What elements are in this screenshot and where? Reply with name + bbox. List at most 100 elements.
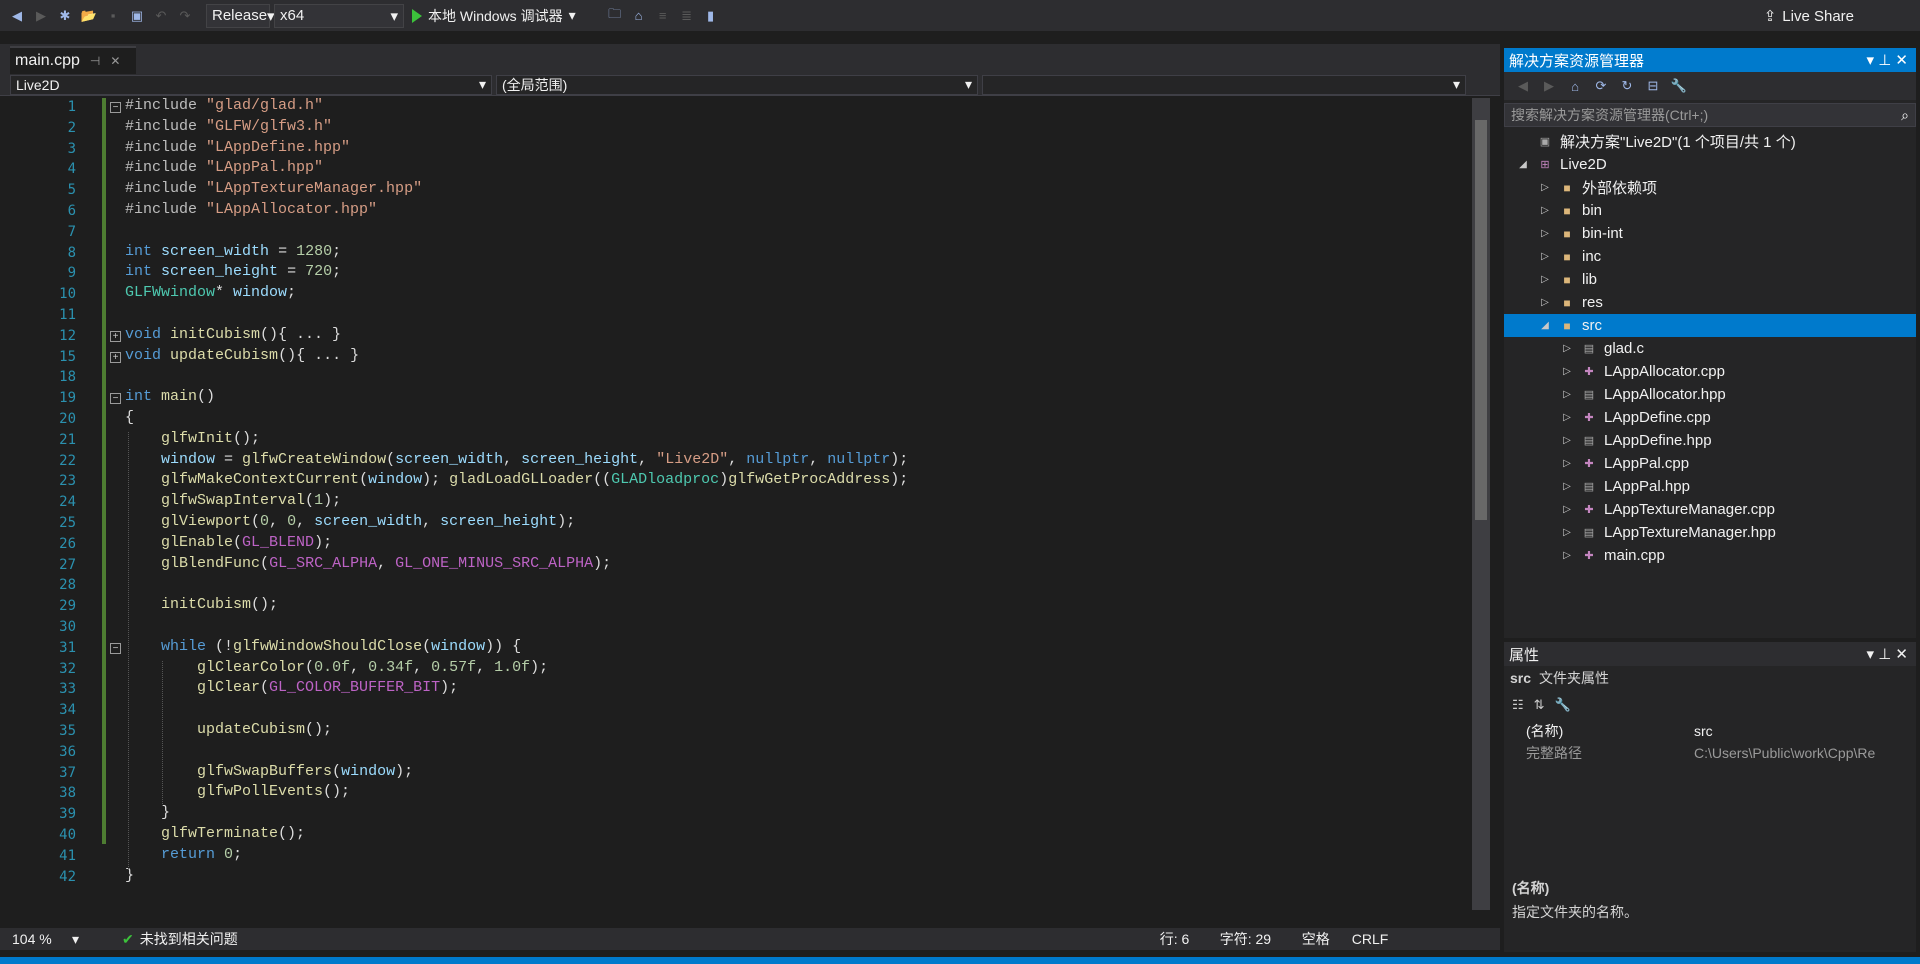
tree-file[interactable]: ▷ ✚ LAppAllocator.cpp — [1504, 360, 1916, 383]
code-line[interactable]: { — [125, 409, 134, 426]
alphabetical-icon[interactable]: ⇅ — [1534, 697, 1545, 713]
tree-folder-src[interactable]: ◢ ■ src — [1504, 314, 1916, 337]
comment-icon[interactable]: ≡ — [652, 5, 674, 27]
start-debug-button[interactable]: 本地 Windows 调试器 ▾ — [406, 6, 582, 26]
tree-folder[interactable]: ▷ ■ lib — [1504, 268, 1916, 291]
tree-file[interactable]: ▷ ▤ LAppAllocator.hpp — [1504, 383, 1916, 406]
vertical-scrollbar[interactable] — [1472, 98, 1490, 910]
uncomment-icon[interactable]: ≣ — [676, 5, 698, 27]
code-area[interactable]: 1 2 3 4 5 6 7 8 9 10 11 12 15 18 19 20 21 22 23 24 25 26 27 28 2… — [0, 97, 1500, 910]
solution-search-input[interactable]: 搜索解决方案资源管理器(Ctrl+;) ⌕ — [1504, 103, 1916, 127]
code-line[interactable]: window = glfwCreateWindow(screen_width, … — [125, 451, 908, 468]
code-line[interactable]: #include "LAppTextureManager.hpp" — [125, 180, 422, 197]
collapse-icon[interactable]: − — [110, 102, 121, 113]
code-line[interactable]: int screen_height = 720; — [125, 263, 341, 280]
code-line[interactable]: while (!glfwWindowShouldClose(window)) { — [125, 638, 521, 655]
expand-icon[interactable]: + — [110, 330, 121, 342]
folder-search-icon[interactable]: 🗀 — [604, 5, 626, 27]
tree-file[interactable]: ▷ ✚ LAppTextureManager.cpp — [1504, 498, 1916, 521]
code-line[interactable]: #include "glad/glad.h" — [125, 97, 323, 114]
save-all-icon[interactable]: ▣ — [126, 5, 148, 27]
tree-file[interactable]: ▷ ▤ glad.c — [1504, 337, 1916, 360]
code-line[interactable]: glEnable(GL_BLEND); — [125, 534, 332, 551]
properties-object-header[interactable]: src 文件夹属性 — [1504, 666, 1916, 690]
collapsed-arrow-icon[interactable]: ▷ — [1560, 389, 1574, 400]
code-line[interactable]: #include "LAppPal.hpp" — [125, 159, 323, 176]
code-line[interactable]: GLFWwindow* window; — [125, 284, 296, 301]
window-icon[interactable]: ⌂ — [628, 5, 650, 27]
tree-file[interactable]: ▷ ▤ LAppPal.hpp — [1504, 475, 1916, 498]
refresh-icon[interactable]: ↻ — [1616, 75, 1638, 97]
sync-icon[interactable]: ⟳ — [1590, 75, 1612, 97]
tree-folder[interactable]: ▷ ■ res — [1504, 291, 1916, 314]
tree-folder[interactable]: ▷ ■ bin-int — [1504, 222, 1916, 245]
collapsed-arrow-icon[interactable]: ▷ — [1560, 481, 1574, 492]
code-line[interactable]: #include "LAppAllocator.hpp" — [125, 201, 377, 218]
code-line[interactable]: #include "LAppDefine.hpp" — [125, 139, 350, 156]
wrench-icon[interactable]: 🔧 — [1555, 697, 1571, 713]
code-line[interactable]: glViewport(0, 0, screen_width, screen_he… — [125, 513, 575, 530]
issues-status[interactable]: 未找到相关问题 — [140, 929, 1160, 949]
code-line[interactable]: } — [125, 867, 134, 884]
collapsed-arrow-icon[interactable]: ▷ — [1538, 205, 1552, 216]
code-line[interactable]: return 0; — [125, 846, 242, 863]
collapsed-arrow-icon[interactable]: ▷ — [1538, 251, 1552, 262]
code-line[interactable]: } — [125, 804, 170, 821]
tree-file[interactable]: ▷ ▤ LAppDefine.hpp — [1504, 429, 1916, 452]
live-share-button[interactable]: ⇪ Live Share — [1764, 7, 1854, 26]
collapsed-arrow-icon[interactable]: ▷ — [1538, 274, 1552, 285]
code-line[interactable]: initCubism(); — [125, 596, 278, 613]
back-icon[interactable]: ◀ — [6, 5, 28, 27]
tree-file[interactable]: ▷ ✚ LAppDefine.cpp — [1504, 406, 1916, 429]
collapsed-arrow-icon[interactable]: ▷ — [1538, 297, 1552, 308]
bookmark-icon[interactable]: ▮ — [700, 5, 722, 27]
collapsed-arrow-icon[interactable]: ▷ — [1560, 527, 1574, 538]
tree-file[interactable]: ▷ ✚ main.cpp — [1504, 544, 1916, 567]
code-line[interactable]: int screen_width = 1280; — [125, 243, 341, 260]
collapsed-arrow-icon[interactable]: ▷ — [1560, 366, 1574, 377]
collapse-all-icon[interactable]: ⊟ — [1642, 75, 1664, 97]
code-line[interactable]: void initCubism(){ ... } — [125, 326, 341, 343]
collapse-icon[interactable]: − — [110, 642, 121, 654]
zoom-level[interactable]: 104 % — [12, 931, 72, 947]
panel-controls-icon[interactable]: ▾ ⊥ ✕ — [1867, 51, 1909, 69]
save-icon[interactable]: ▪ — [102, 5, 124, 27]
code-line[interactable]: glClear(GL_COLOR_BUFFER_BIT); — [125, 679, 458, 696]
tree-file[interactable]: ▷ ▤ LAppTextureManager.hpp — [1504, 521, 1916, 544]
collapsed-arrow-icon[interactable]: ▷ — [1560, 343, 1574, 354]
collapsed-arrow-icon[interactable]: ▷ — [1560, 504, 1574, 515]
back-icon[interactable]: ◀ — [1512, 75, 1534, 97]
code-line[interactable]: glfwTerminate(); — [125, 825, 305, 842]
code-line[interactable]: #include "GLFW/glfw3.h" — [125, 118, 332, 135]
tree-folder[interactable]: ▷ ■ inc — [1504, 245, 1916, 268]
scrollbar-thumb[interactable] — [1475, 120, 1487, 520]
forward-icon[interactable]: ▶ — [30, 5, 52, 27]
pin-icon[interactable]: ⊣ — [90, 54, 100, 68]
tree-file[interactable]: ▷ ✚ LAppPal.cpp — [1504, 452, 1916, 475]
redo-icon[interactable]: ↷ — [174, 5, 196, 27]
tab-main-cpp[interactable]: main.cpp ⊣ ✕ — [10, 46, 136, 74]
code-line[interactable]: glClearColor(0.0f, 0.34f, 0.57f, 1.0f); — [125, 659, 548, 676]
code-line[interactable]: int main() — [125, 388, 215, 405]
collapsed-arrow-icon[interactable]: ▷ — [1560, 412, 1574, 423]
home-icon[interactable]: ⌂ — [1564, 75, 1586, 97]
collapsed-arrow-icon[interactable]: ▷ — [1538, 182, 1552, 193]
property-row[interactable]: 完整路径 C:\Users\Public\work\Cpp\Re — [1504, 742, 1916, 764]
code-line[interactable]: glBlendFunc(GL_SRC_ALPHA, GL_ONE_MINUS_S… — [125, 555, 611, 572]
code-line[interactable]: glfwPollEvents(); — [125, 783, 350, 800]
code-line[interactable]: glfwInit(); — [125, 430, 260, 447]
tree-solution-root[interactable]: ▣ 解决方案"Live2D"(1 个项目/共 1 个) — [1504, 130, 1916, 153]
collapsed-arrow-icon[interactable]: ▷ — [1560, 550, 1574, 561]
forward-icon[interactable]: ▶ — [1538, 75, 1560, 97]
close-icon[interactable]: ✕ — [110, 54, 120, 68]
collapsed-arrow-icon[interactable]: ▷ — [1560, 435, 1574, 446]
member-dropdown[interactable]: ▾ — [982, 74, 1466, 95]
undo-icon[interactable]: ↶ — [150, 5, 172, 27]
code-line[interactable]: void updateCubism(){ ... } — [125, 347, 359, 364]
project-dropdown[interactable]: Live2D ▾ — [10, 74, 492, 95]
tree-folder[interactable]: ▷ ■ 外部依赖项 — [1504, 176, 1916, 199]
tree-project[interactable]: ◢ ⊞ Live2D — [1504, 153, 1916, 176]
categorized-icon[interactable]: ☷ — [1512, 697, 1524, 713]
platform-select[interactable]: x64 ▾ — [274, 3, 404, 28]
code-line[interactable]: glfwSwapInterval(1); — [125, 492, 341, 509]
